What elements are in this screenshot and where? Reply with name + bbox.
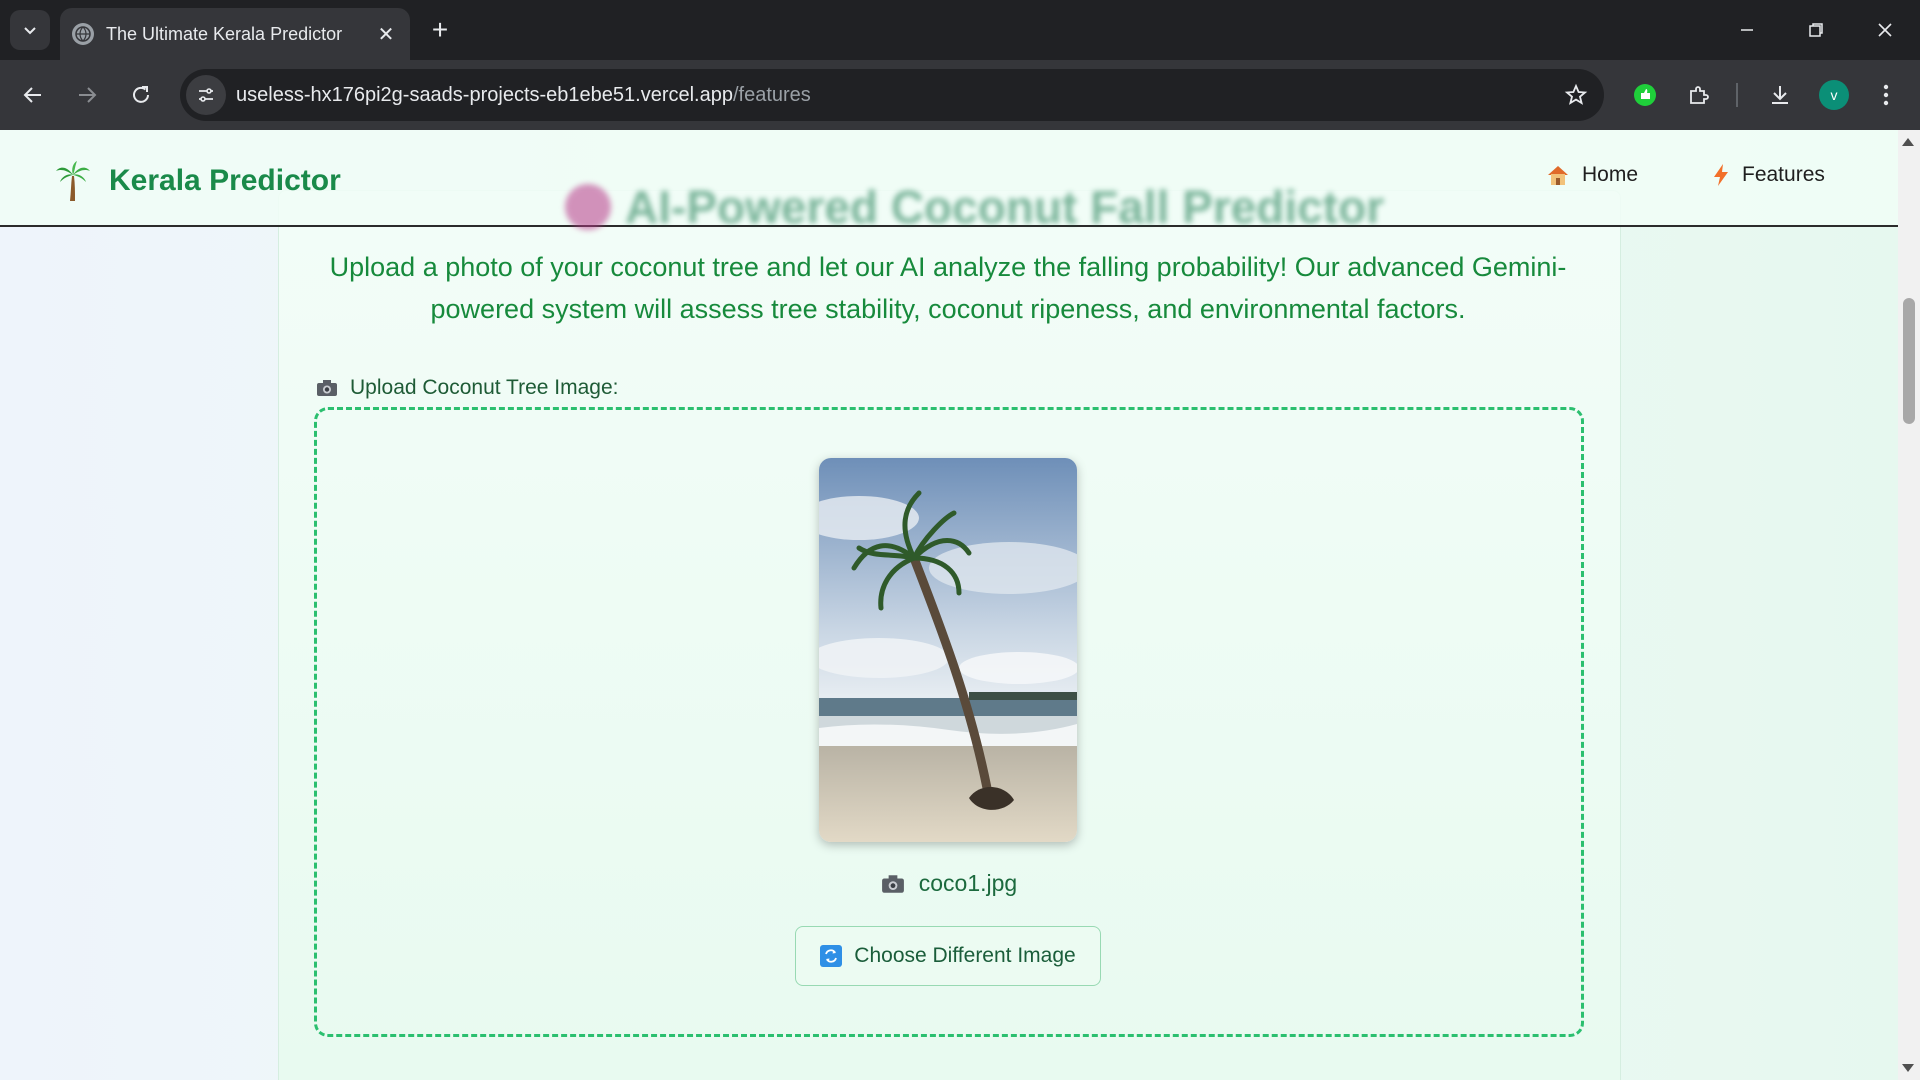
toolbar-separator bbox=[1736, 83, 1738, 107]
profile-avatar[interactable]: v bbox=[1819, 80, 1849, 110]
nav-link-features-label: Features bbox=[1742, 163, 1825, 186]
house-icon bbox=[1548, 166, 1568, 185]
selected-file-name: coco1.jpg bbox=[0, 870, 1898, 897]
scroll-down-arrow-icon[interactable] bbox=[1902, 1064, 1914, 1072]
download-icon bbox=[1772, 86, 1788, 104]
page-viewport: AI-Powered Coconut Fall Predictor Kerala… bbox=[0, 130, 1920, 1080]
tab-title: The Ultimate Kerala Predictor bbox=[106, 23, 343, 44]
tab-close-icon[interactable]: ✕ bbox=[374, 22, 398, 47]
arrow-left-icon bbox=[23, 87, 41, 103]
globe-icon bbox=[72, 23, 94, 45]
bookmark-star-button[interactable] bbox=[1556, 75, 1596, 115]
tune-icon bbox=[199, 88, 213, 102]
restore-button[interactable] bbox=[1786, 10, 1846, 50]
site-info-button[interactable] bbox=[186, 75, 226, 115]
choose-different-image-label: Choose Different Image bbox=[854, 944, 1076, 967]
chevron-down-icon bbox=[24, 27, 36, 35]
close-icon bbox=[1878, 23, 1892, 37]
nav-link-home[interactable]: Home bbox=[1546, 163, 1638, 187]
choose-different-image-button[interactable]: Choose Different Image bbox=[795, 926, 1101, 986]
camera-icon bbox=[317, 380, 337, 396]
nav-link-home-label: Home bbox=[1582, 163, 1639, 186]
new-tab-button[interactable]: + bbox=[424, 14, 456, 46]
camera-icon bbox=[881, 874, 904, 893]
hero-title-behind-nav: AI-Powered Coconut Fall Predictor bbox=[565, 180, 1384, 234]
url-text: useless-hx176pi2g-saads-projects-eb1ebe5… bbox=[236, 84, 1556, 107]
more-vertical-icon bbox=[1883, 84, 1889, 106]
minimize-button[interactable] bbox=[1717, 10, 1777, 50]
address-bar[interactable]: useless-hx176pi2g-saads-projects-eb1ebe5… bbox=[180, 69, 1604, 121]
lightning-icon bbox=[1714, 164, 1728, 186]
downloads-button[interactable] bbox=[1760, 75, 1800, 115]
site-navbar: AI-Powered Coconut Fall Predictor Kerala… bbox=[0, 130, 1898, 233]
extension-green-icon bbox=[1634, 84, 1656, 106]
url-path: /features bbox=[732, 83, 811, 106]
extensions-menu-button[interactable] bbox=[1679, 75, 1719, 115]
restore-icon bbox=[1809, 23, 1823, 37]
hero-title: AI-Powered Coconut Fall Predictor bbox=[625, 181, 1385, 233]
brand-name: Kerala Predictor bbox=[109, 164, 341, 197]
browser-tab-strip: The Ultimate Kerala Predictor ✕ + bbox=[0, 0, 1920, 60]
tab-search-button[interactable] bbox=[10, 10, 50, 50]
extension-button[interactable] bbox=[1625, 75, 1665, 115]
browser-toolbar: useless-hx176pi2g-saads-projects-eb1ebe5… bbox=[0, 60, 1920, 130]
minimize-icon bbox=[1741, 29, 1753, 31]
palm-tree-icon bbox=[56, 161, 90, 201]
browser-menu-button[interactable] bbox=[1866, 75, 1906, 115]
close-window-button[interactable] bbox=[1855, 10, 1915, 50]
intro-description: Upload a photo of your coconut tree and … bbox=[329, 252, 1567, 324]
refresh-arrows-icon bbox=[820, 945, 843, 967]
scroll-up-arrow-icon[interactable] bbox=[1902, 138, 1914, 146]
uploaded-image-preview bbox=[819, 458, 1077, 842]
browser-tab-active[interactable]: The Ultimate Kerala Predictor ✕ bbox=[60, 8, 410, 60]
reload-icon bbox=[133, 86, 149, 103]
scrollbar-thumb[interactable] bbox=[1903, 298, 1915, 424]
upload-label: Upload Coconut Tree Image: bbox=[316, 376, 619, 400]
reload-button[interactable] bbox=[121, 75, 161, 115]
arrow-right-icon bbox=[79, 87, 97, 103]
forward-button[interactable] bbox=[67, 75, 107, 115]
file-name-text: coco1.jpg bbox=[918, 870, 1018, 896]
star-icon bbox=[1564, 83, 1588, 105]
url-domain: useless-hx176pi2g-saads-projects-eb1ebe5… bbox=[236, 83, 733, 106]
puzzle-icon bbox=[1690, 86, 1709, 104]
back-button[interactable] bbox=[13, 75, 53, 115]
upload-label-text: Upload Coconut Tree Image: bbox=[350, 376, 619, 399]
page-scrollbar[interactable] bbox=[1898, 130, 1920, 1080]
brand-logo-link[interactable]: Kerala Predictor bbox=[55, 160, 341, 202]
hero-emoji-icon bbox=[565, 184, 611, 230]
nav-link-features[interactable]: Features bbox=[1712, 163, 1825, 187]
